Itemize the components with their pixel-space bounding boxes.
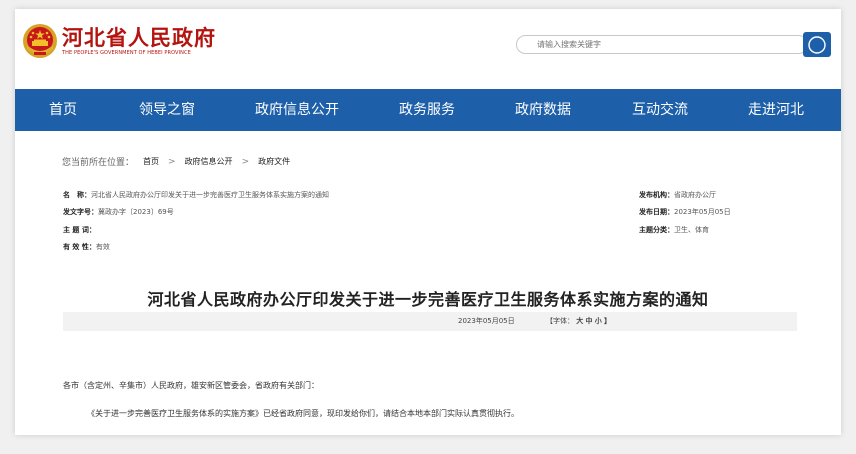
meta-name-label: 名 称： <box>63 191 91 199</box>
site-title: 河北省人民政府 <box>62 25 216 50</box>
nav-item-leaders[interactable]: 领导之窗 <box>139 102 195 118</box>
article-date: 2023年05月05日 <box>458 317 515 325</box>
meta-validity-value: 有效 <box>95 243 110 251</box>
meta-org: 发布机构：省政府办公厅 <box>639 190 716 200</box>
article-info-bar: 2023年05月05日 【字体： 大 中 小 】 <box>63 312 797 331</box>
breadcrumb-home[interactable]: 首页 <box>143 156 159 167</box>
meta-doc-no-label: 发文字号： <box>63 208 98 216</box>
meta-name-value: 河北省人民政府办公厅印发关于进一步完善医疗卫生服务体系实施方案的通知 <box>91 191 329 199</box>
site-logo[interactable]: 河北省人民政府 THE PEOPLE'S GOVERNMENT OF HEBEI… <box>22 23 216 59</box>
meta-org-value: 省政府办公厅 <box>674 191 716 199</box>
breadcrumb-separator: > <box>168 156 176 167</box>
font-size-small[interactable]: 小 <box>595 317 602 325</box>
breadcrumb-label: 您当前所在位置： <box>62 158 135 168</box>
meta-name: 名 称：河北省人民政府办公厅印发关于进一步完善医疗卫生服务体系实施方案的通知 <box>63 190 329 200</box>
font-size-large[interactable]: 大 <box>576 317 583 325</box>
font-size-medium[interactable]: 中 <box>585 317 592 325</box>
meta-date-label: 发布日期： <box>639 208 674 216</box>
nav-item-home[interactable]: 首页 <box>49 102 77 118</box>
meta-category-label: 主题分类： <box>639 226 674 234</box>
article-paragraph-2: 《关于进一步完善医疗卫生服务体系的实施方案》已经省政府同意，现印发给你们，请结合… <box>87 409 519 418</box>
breadcrumb: 您当前所在位置： 首页 > 政府信息公开 > 政府文件 <box>62 155 299 169</box>
meta-category-value: 卫生、体育 <box>674 226 709 234</box>
nav-item-interaction[interactable]: 互动交流 <box>632 102 688 118</box>
search-icon <box>808 35 826 54</box>
meta-keywords: 主 题 词： <box>63 225 96 235</box>
nav-item-about-hebei[interactable]: 走进河北 <box>748 102 804 118</box>
meta-org-label: 发布机构： <box>639 191 674 199</box>
nav-item-services[interactable]: 政务服务 <box>399 102 455 118</box>
page: 河北省人民政府 THE PEOPLE'S GOVERNMENT OF HEBEI… <box>15 9 841 435</box>
main-nav: 首页 领导之窗 政府信息公开 政务服务 政府数据 互动交流 走进河北 <box>15 89 841 131</box>
national-emblem-icon <box>23 24 57 58</box>
meta-validity-label: 有 效 性： <box>63 243 96 251</box>
font-size-label: 【字体： <box>546 317 574 325</box>
nav-item-data[interactable]: 政府数据 <box>515 102 571 118</box>
meta-date-value: 2023年05月05日 <box>674 208 731 216</box>
meta-validity: 有 效 性：有效 <box>63 242 110 252</box>
article-paragraph-1: 各市（含定州、辛集市）人民政府，雄安新区管委会，省政府有关部门： <box>63 381 319 390</box>
search-input[interactable] <box>516 35 808 54</box>
article-title: 河北省人民政府办公厅印发关于进一步完善医疗卫生服务体系实施方案的通知 <box>147 290 709 309</box>
meta-category: 主题分类：卫生、体育 <box>639 225 709 235</box>
header: 河北省人民政府 THE PEOPLE'S GOVERNMENT OF HEBEI… <box>15 9 841 89</box>
search-button[interactable] <box>803 32 831 57</box>
meta-doc-no-value: 冀政办字〔2023〕69号 <box>98 208 174 216</box>
meta-keywords-label: 主 题 词： <box>63 226 96 234</box>
search-box <box>516 33 808 56</box>
font-size-control: 【字体： 大 中 小 】 <box>546 312 611 331</box>
meta-date: 发布日期：2023年05月05日 <box>639 207 731 217</box>
breadcrumb-gov-docs[interactable]: 政府文件 <box>258 156 290 167</box>
font-size-close: 】 <box>603 317 611 325</box>
meta-doc-no: 发文字号：冀政办字〔2023〕69号 <box>63 207 174 217</box>
breadcrumb-gov-info[interactable]: 政府信息公开 <box>185 156 233 167</box>
site-subtitle: THE PEOPLE'S GOVERNMENT OF HEBEI PROVINC… <box>62 49 191 56</box>
nav-item-gov-info[interactable]: 政府信息公开 <box>255 102 339 118</box>
breadcrumb-separator: > <box>241 156 250 167</box>
